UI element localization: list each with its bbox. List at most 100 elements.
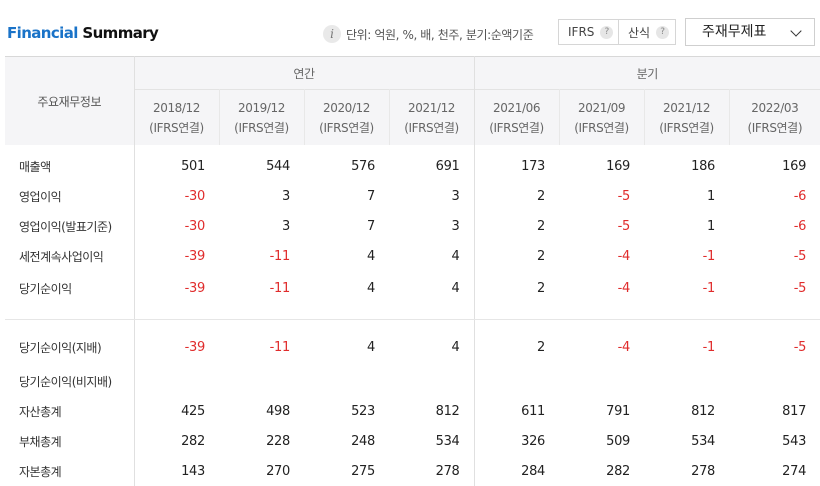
column-date: 2022/03 [751,100,799,115]
column-basis: (IFRS연결) [319,120,374,135]
divider-cell [389,305,475,320]
table-cell: 275 [351,463,375,479]
table-cell: 4 [389,241,475,271]
table-row: 자산총계 425 498 523 812 611 791 812 817 [5,396,820,426]
table-cell: 691 [389,145,475,181]
column-basis: (IFRS연결) [747,120,803,135]
table-row: 당기순이익 -39 -11 4 4 2 -4 -1 -5 [5,271,820,305]
column-header: 2021/12 (IFRS연결) [389,89,475,145]
column-header: 2021/12 (IFRS연결) [644,89,730,145]
column-header: 2021/09 (IFRS연결) [559,89,645,145]
title-accent: Financial [7,24,78,42]
table-row: 당기순이익(비지배) [5,366,820,396]
table-cell [134,366,219,396]
table-cell: -4 [617,339,631,355]
column-header: 2019/12 (IFRS연결) [219,89,305,145]
help-icon[interactable]: ? [600,25,614,39]
column-basis: (IFRS연결) [234,120,289,135]
table-cell: 1 [707,188,716,204]
row-label: 당기순이익 [5,271,135,305]
divider-cell [134,305,219,320]
table-row: 매출액 501 544 576 691 173 169 186 169 [5,145,820,181]
row-label: 매출액 [5,145,135,181]
table-cell: 4 [367,280,375,296]
table-cell [219,366,304,396]
ifrs-label: IFRS [568,25,595,39]
column-basis: (IFRS연결) [659,120,714,135]
table-cell: 611 [521,403,546,419]
table-cell: -5 [793,248,807,264]
table-cell: -1 [702,248,716,264]
table-cell: 812 [389,396,475,426]
table-cell: -6 [793,218,807,234]
table-row: 세전계속사업이익 -39 -11 4 4 2 -4 -1 -5 [5,241,820,271]
table-cell: 274 [782,463,807,479]
row-label: 당기순이익(지배) [5,319,135,366]
table-cell: 282 [181,433,205,449]
ifrs-toggle[interactable]: IFRS? [558,19,619,45]
table-cell: -1 [702,339,716,355]
table-cell: 3 [282,218,290,234]
table-cell: -30 [184,188,206,204]
column-date: 2021/12 [407,100,456,115]
table-cell: 544 [266,158,290,174]
info-icon[interactable]: i [323,25,341,43]
table-cell: 3 [282,188,290,204]
row-header: 주요재무정보 [5,56,135,145]
row-label: 부채총계 [5,426,135,456]
statement-type-select[interactable]: 주재무제표 [685,18,815,46]
table-cell: 2 [537,280,546,296]
column-header: 2018/12 (IFRS연결) [134,89,220,145]
group-quarter: 분기 [474,56,820,90]
table-cell: 2 [537,188,546,204]
column-date: 2019/12 [237,100,286,115]
column-header: 2020/12 (IFRS연결) [304,89,390,145]
column-date: 2021/09 [578,100,626,115]
divider-cell [644,305,730,320]
table-cell: 4 [367,248,375,264]
help-icon[interactable]: ? [656,25,670,39]
divider-cell [304,305,389,320]
table-cell: -11 [269,280,291,296]
table-cell: 7 [367,218,375,234]
column-basis: (IFRS연결) [489,120,544,135]
table-cell: 498 [266,403,290,419]
row-label: 당기순이익(비지배) [5,366,135,396]
table-cell: 812 [691,403,716,419]
table-cell: 278 [691,463,716,479]
table-row: 자본총계 143 270 275 278 284 282 278 274 [5,456,820,486]
row-label: 자산총계 [5,396,135,426]
divider-cell [729,305,820,320]
select-value: 주재무제표 [702,24,767,40]
formula-toggle[interactable]: 산식? [618,19,676,45]
financial-summary-table: 주요재무정보 연간 분기 2018/12 (IFRS연결) 2019/12 (IFRS… [5,56,820,486]
chevron-down-icon [790,25,802,37]
column-basis: (IFRS연결) [149,120,204,135]
column-header: 2022/03 (IFRS연결) [729,89,820,145]
table-cell: -1 [702,280,716,296]
table-cell: -4 [617,248,631,264]
table-cell: 817 [782,403,807,419]
table-cell: 576 [351,158,375,174]
table-cell: 2 [537,339,546,355]
table-cell: 425 [181,403,205,419]
divider-cell [219,305,304,320]
table-cell: 501 [181,158,205,174]
table-row: 당기순이익(지배) -39 -11 4 4 2 -4 -1 -5 [5,319,820,366]
table-cell: 7 [367,188,375,204]
table-cell: -5 [793,339,807,355]
table-cell: -6 [793,188,807,204]
table-cell: -39 [184,339,206,355]
divider-cell [559,305,645,320]
table-cell: -39 [184,248,206,264]
table-cell: 284 [521,463,546,479]
group-annual: 연간 [134,56,475,90]
table-cell: 143 [181,463,205,479]
title-rest: Summary [82,24,159,42]
column-basis: (IFRS연결) [404,120,459,135]
column-date: 2020/12 [322,100,371,115]
row-label: 세전계속사업이익 [5,241,135,271]
table-cell: 3 [389,181,475,211]
table-cell: 543 [782,433,807,449]
table-cell [729,366,820,396]
